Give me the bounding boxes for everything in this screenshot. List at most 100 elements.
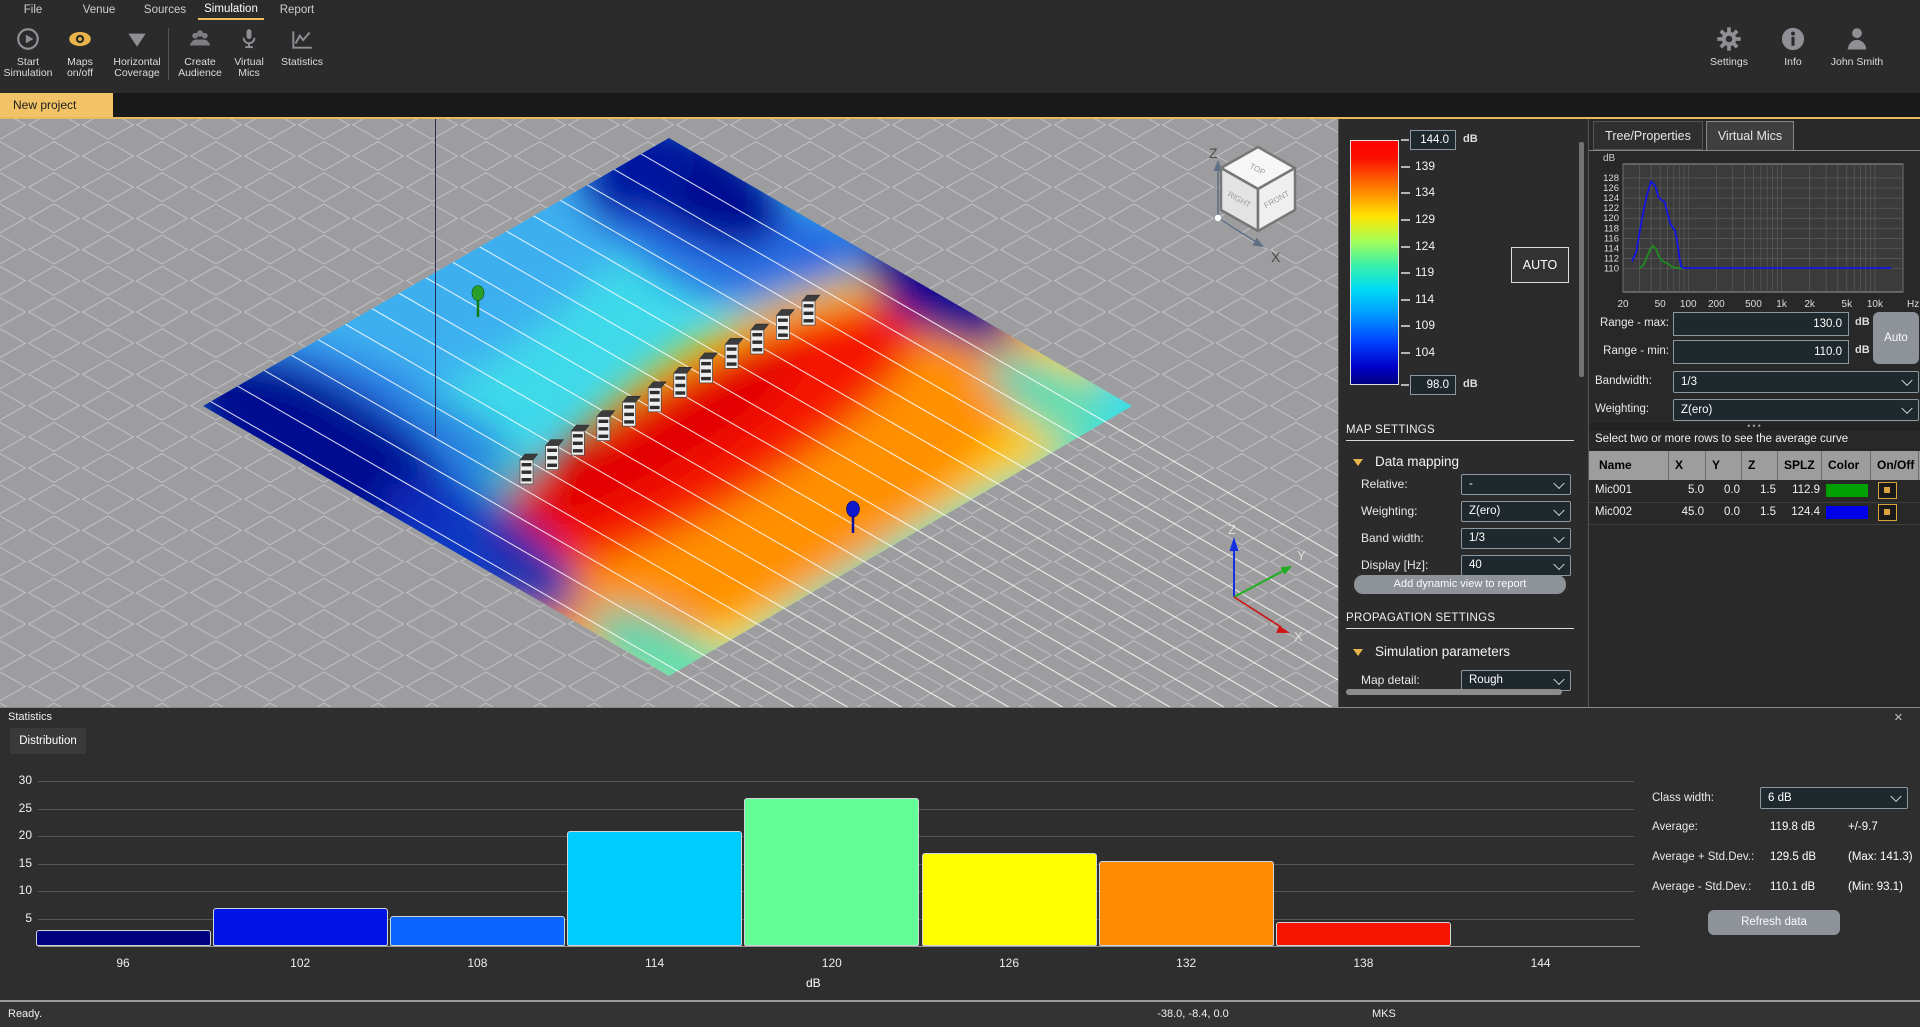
mic-frequency-response-chart[interactable]: 1281261241221201181161141121102050100200… — [1589, 161, 1920, 321]
mic-x: 5.0 — [1671, 484, 1704, 496]
histogram-x-label: 126 — [989, 956, 1029, 970]
histogram-bar[interactable] — [922, 853, 1097, 946]
toolbar-button-info[interactable]: Info — [1768, 24, 1818, 88]
histogram-bar[interactable] — [744, 798, 919, 946]
cube-z-axis-label: Z — [1209, 145, 1218, 161]
colorbar-tick — [1401, 166, 1410, 168]
mic-name: Mic002 — [1595, 506, 1669, 518]
virtual-mics-table: NameXYZSPLZColorOn/Off Mic0015.00.01.511… — [1589, 451, 1920, 571]
histogram-x-axis-unit: dB — [806, 976, 821, 990]
menu-item-sources[interactable]: Sources — [132, 1, 198, 19]
bandwidth-dropdown[interactable]: 1/3 — [1673, 371, 1919, 393]
toolbar-button-create-audience[interactable]: Create Audience — [174, 24, 226, 88]
setting-dropdown-weighting-[interactable]: Z(ero) — [1461, 501, 1571, 522]
histogram-x-label: 132 — [1166, 956, 1206, 970]
histogram-x-label: 144 — [1521, 956, 1561, 970]
statistics-panel: Statistics × Distribution 51015202530961… — [0, 707, 1920, 1000]
setting-label: Weighting: — [1361, 504, 1417, 518]
weighting-dropdown[interactable]: Z(ero) — [1673, 399, 1919, 421]
column-header-x[interactable]: X — [1671, 451, 1706, 480]
toolbar-button-maps-on-off[interactable]: Maps on/off — [56, 24, 104, 88]
toolbar-button-john-smith[interactable]: John Smith — [1820, 24, 1894, 88]
cube-x-axis-label: X — [1271, 249, 1281, 265]
viewport-3d[interactable]: TOP RIGHT FRONT Z X Z Y X — [0, 117, 1338, 707]
collapse-triangle-icon[interactable] — [1353, 649, 1363, 656]
tab-virtual-mics[interactable]: Virtual Mics — [1706, 121, 1794, 150]
histogram-gridline — [38, 781, 1634, 782]
horizontal-scrollbar[interactable] — [1346, 689, 1562, 695]
histogram-baseline — [38, 946, 1640, 947]
histogram-bar[interactable] — [390, 916, 565, 946]
column-header-splz[interactable]: SPLZ — [1780, 451, 1822, 480]
toolbar-button-virtual-mics[interactable]: Virtual Mics — [226, 24, 272, 88]
tab-new-project[interactable]: New project — [0, 93, 113, 117]
histogram-bar[interactable] — [567, 831, 742, 946]
histogram-bar[interactable] — [1099, 861, 1274, 946]
range-max-input[interactable]: 130.0 — [1673, 312, 1849, 336]
table-header-row: NameXYZSPLZColorOn/Off — [1589, 451, 1920, 480]
setting-dropdown-band-width-[interactable]: 1/3 — [1461, 528, 1571, 549]
menu-item-report[interactable]: Report — [264, 1, 330, 19]
histogram-y-label: 10 — [6, 883, 32, 897]
table-row[interactable]: Mic0015.00.01.5112.9 — [1589, 480, 1920, 503]
svg-text:5k: 5k — [1842, 299, 1854, 310]
legend-min-input[interactable]: 98.0 — [1410, 375, 1456, 395]
svg-text:100: 100 — [1680, 299, 1697, 310]
panel-splitter[interactable]: ••• — [1589, 423, 1920, 431]
toolbar-button-statistics[interactable]: Statistics — [272, 24, 332, 88]
tab-distribution[interactable]: Distribution — [10, 728, 86, 754]
toolbar-button-horizontal-coverage[interactable]: Horizontal Coverage — [104, 24, 170, 88]
collapse-triangle-icon[interactable] — [1353, 459, 1363, 466]
histogram-x-label: 96 — [103, 956, 143, 970]
setting-dropdown-relative-[interactable]: - — [1461, 474, 1571, 495]
mic-onoff-checkbox[interactable] — [1878, 482, 1897, 499]
range-min-unit: dB — [1855, 344, 1870, 356]
menu-item-venue[interactable]: Venue — [66, 1, 132, 19]
legend-max-unit: dB — [1463, 133, 1478, 145]
setting-label: Relative: — [1361, 477, 1408, 491]
column-header-color[interactable]: Color — [1824, 451, 1871, 480]
column-header-z[interactable]: Z — [1744, 451, 1778, 480]
spl-map-3d-scene: TOP RIGHT FRONT Z X Z Y X — [0, 117, 1338, 707]
colorbar-tick-label: 109 — [1415, 318, 1435, 332]
menu-item-simulation[interactable]: Simulation — [198, 0, 264, 20]
menu-item-file[interactable]: File — [0, 1, 66, 19]
table-row[interactable]: Mic00245.00.01.5124.4 — [1589, 502, 1920, 525]
active-view-accent-line — [0, 117, 1920, 119]
legend-min-unit: dB — [1463, 378, 1478, 390]
column-header-y[interactable]: Y — [1708, 451, 1742, 480]
mic-color-swatch[interactable] — [1826, 506, 1868, 519]
close-icon[interactable]: × — [1894, 709, 1903, 726]
tab-tree-properties[interactable]: Tree/Properties — [1593, 121, 1703, 150]
setting-dropdown-map-detail-[interactable]: Rough — [1461, 670, 1571, 691]
range-auto-button[interactable]: Auto — [1873, 312, 1919, 364]
colorbar-tick-label: 119 — [1415, 265, 1434, 279]
histogram-bar[interactable] — [36, 930, 211, 947]
avg-minus-std-value: 110.1 dB — [1770, 881, 1815, 893]
avg-plus-std-value: 129.5 dB — [1770, 851, 1816, 863]
refresh-data-button[interactable]: Refresh data — [1708, 910, 1840, 935]
vertical-scrollbar[interactable] — [1579, 142, 1584, 377]
mic-splz: 124.4 — [1780, 506, 1820, 518]
add-dynamic-view-button[interactable]: Add dynamic view to report — [1354, 575, 1566, 594]
mic-color-swatch[interactable] — [1826, 484, 1868, 497]
chevron-down-icon — [1553, 673, 1564, 684]
toolbar-button-settings[interactable]: Settings — [1699, 24, 1759, 88]
legend-auto-button[interactable]: AUTO — [1511, 247, 1569, 283]
mic-onoff-checkbox[interactable] — [1878, 504, 1897, 521]
class-width-dropdown[interactable]: 6 dB — [1760, 787, 1908, 809]
histogram-bar[interactable] — [1276, 922, 1451, 946]
avg-plus-std-max: (Max: 141.3) — [1848, 851, 1913, 863]
histogram-y-label: 5 — [6, 911, 32, 925]
person-icon — [1820, 24, 1894, 54]
column-header-onoff[interactable]: On/Off — [1873, 451, 1919, 480]
map-settings-column: 144.0 dB 139134129124119114109104 98.0 d… — [1338, 117, 1588, 707]
column-header-name[interactable]: Name — [1595, 451, 1669, 480]
range-min-input[interactable]: 110.0 — [1673, 340, 1849, 364]
setting-label: Band width: — [1361, 531, 1424, 545]
histogram-bar[interactable] — [213, 908, 388, 947]
setting-dropdown-display-hz-[interactable]: 40 — [1461, 555, 1571, 576]
legend-max-input[interactable]: 144.0 — [1410, 130, 1456, 150]
toolbar-button-start-simulation[interactable]: Start Simulation — [0, 24, 56, 88]
status-message: Ready. — [8, 1008, 42, 1020]
